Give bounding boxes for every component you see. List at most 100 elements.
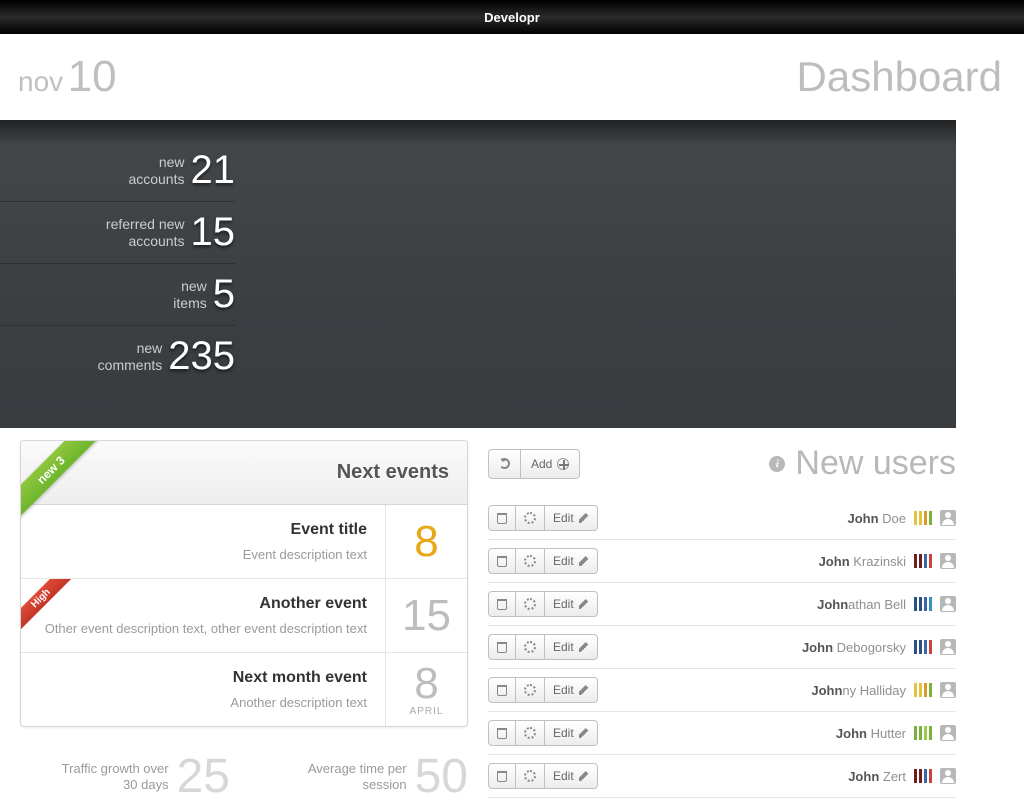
user-actions: Edit: [488, 548, 598, 574]
settings-button[interactable]: [516, 720, 545, 746]
settings-button[interactable]: [516, 634, 545, 660]
pencil-icon: [579, 642, 589, 652]
add-button[interactable]: Add: [521, 449, 580, 479]
delete-button[interactable]: [488, 548, 516, 574]
user-actions: Edit: [488, 591, 598, 617]
user-meta: Johnny Halliday: [811, 682, 956, 698]
event-date: 15: [385, 579, 467, 652]
delete-button[interactable]: [488, 634, 516, 660]
settings-button[interactable]: [516, 591, 545, 617]
user-stripes: [914, 511, 932, 525]
edit-button[interactable]: Edit: [545, 720, 598, 746]
trash-icon: [497, 771, 507, 782]
events-card: new 3 Next events Event titleEvent descr…: [20, 440, 468, 727]
edit-button[interactable]: Edit: [545, 591, 598, 617]
event-date: 8: [385, 505, 467, 578]
event-desc: Another description text: [39, 695, 367, 710]
delete-button[interactable]: [488, 505, 516, 531]
user-name: John Doe: [847, 511, 906, 526]
stat-label: referred newaccounts: [106, 216, 185, 248]
user-name: John Krazinski: [819, 554, 906, 569]
delete-button[interactable]: [488, 591, 516, 617]
user-stripes: [914, 769, 932, 783]
edit-button[interactable]: Edit: [545, 763, 598, 789]
user-name: John Hutter: [836, 726, 906, 741]
edit-button-label: Edit: [553, 683, 574, 697]
edit-button[interactable]: Edit: [545, 548, 598, 574]
stat-label: newaccounts: [128, 154, 184, 186]
delete-button[interactable]: [488, 677, 516, 703]
date-display: nov 10: [18, 52, 117, 102]
refresh-button[interactable]: [488, 449, 521, 479]
info-icon: i: [769, 456, 785, 472]
user-actions: Edit: [488, 677, 598, 703]
gear-icon: [524, 770, 536, 782]
event-body: Event titleEvent description text: [21, 505, 385, 578]
stat-value: 5: [213, 272, 235, 317]
edit-button-label: Edit: [553, 640, 574, 654]
settings-button[interactable]: [516, 548, 545, 574]
gear-icon: [524, 727, 536, 739]
edit-button-label: Edit: [553, 769, 574, 783]
pencil-icon: [579, 771, 589, 781]
event-date: 8APRIL: [385, 653, 467, 726]
avatar-icon: [940, 596, 956, 612]
pencil-icon: [579, 599, 589, 609]
gear-icon: [524, 641, 536, 653]
user-meta: John Doe: [847, 510, 956, 526]
stat-session-value: 50: [415, 749, 468, 804]
pencil-icon: [579, 685, 589, 695]
stat-traffic-label: Traffic growth over 30 days: [49, 761, 169, 792]
event-row[interactable]: Next month event Another description text…: [21, 653, 467, 726]
user-name: Johnathan Bell: [817, 597, 906, 612]
event-row[interactable]: Event titleEvent description text8: [21, 505, 467, 579]
user-actions: Edit: [488, 505, 598, 531]
event-title: Another event: [39, 595, 367, 613]
ribbon-high-label: High: [21, 579, 75, 632]
page-title: Dashboard: [797, 53, 1002, 101]
delete-button[interactable]: [488, 763, 516, 789]
edit-button[interactable]: Edit: [545, 505, 598, 531]
user-row: Edit John Debogorsky: [488, 626, 956, 669]
event-row[interactable]: HighAnother eventOther event description…: [21, 579, 467, 653]
event-title: Next month event: [39, 669, 367, 687]
settings-button[interactable]: [516, 677, 545, 703]
stat-row: newaccounts21: [0, 140, 235, 202]
add-button-label: Add: [531, 457, 552, 471]
stat-label: newcomments: [98, 340, 163, 372]
users-toolbar: Add: [488, 449, 580, 479]
date-month: nov: [18, 66, 63, 97]
gear-icon: [524, 512, 536, 524]
delete-button[interactable]: [488, 720, 516, 746]
stat-value: 235: [168, 334, 235, 379]
stat-value: 21: [191, 148, 236, 193]
user-actions: Edit: [488, 634, 598, 660]
stat-label: newitems: [173, 278, 206, 310]
event-desc: Event description text: [39, 547, 367, 562]
plus-icon: [557, 458, 569, 470]
edit-button[interactable]: Edit: [545, 634, 598, 660]
settings-button[interactable]: [516, 763, 545, 789]
edit-button-label: Edit: [553, 511, 574, 525]
refresh-icon: [499, 458, 510, 469]
user-row: Edit John Doe: [488, 497, 956, 540]
stats-panel: newaccounts21referred newaccounts15newit…: [0, 120, 956, 428]
avatar-icon: [940, 682, 956, 698]
avatar-icon: [940, 510, 956, 526]
event-body: Next month event Another description text: [21, 653, 385, 726]
users-panel-head: Add i New users: [488, 440, 956, 497]
stat-row: newcomments235: [0, 326, 235, 387]
stat-row: referred newaccounts15: [0, 202, 235, 264]
edit-button[interactable]: Edit: [545, 677, 598, 703]
settings-button[interactable]: [516, 505, 545, 531]
pencil-icon: [579, 728, 589, 738]
user-name: Johnny Halliday: [811, 683, 906, 698]
user-stripes: [914, 683, 932, 697]
user-meta: John Krazinski: [819, 553, 956, 569]
user-stripes: [914, 640, 932, 654]
event-day: 8: [414, 662, 438, 706]
stat-session-label: Average time per session: [287, 761, 407, 792]
app-title: Developr: [484, 10, 540, 25]
avatar-icon: [940, 768, 956, 784]
event-day: 15: [402, 594, 451, 638]
